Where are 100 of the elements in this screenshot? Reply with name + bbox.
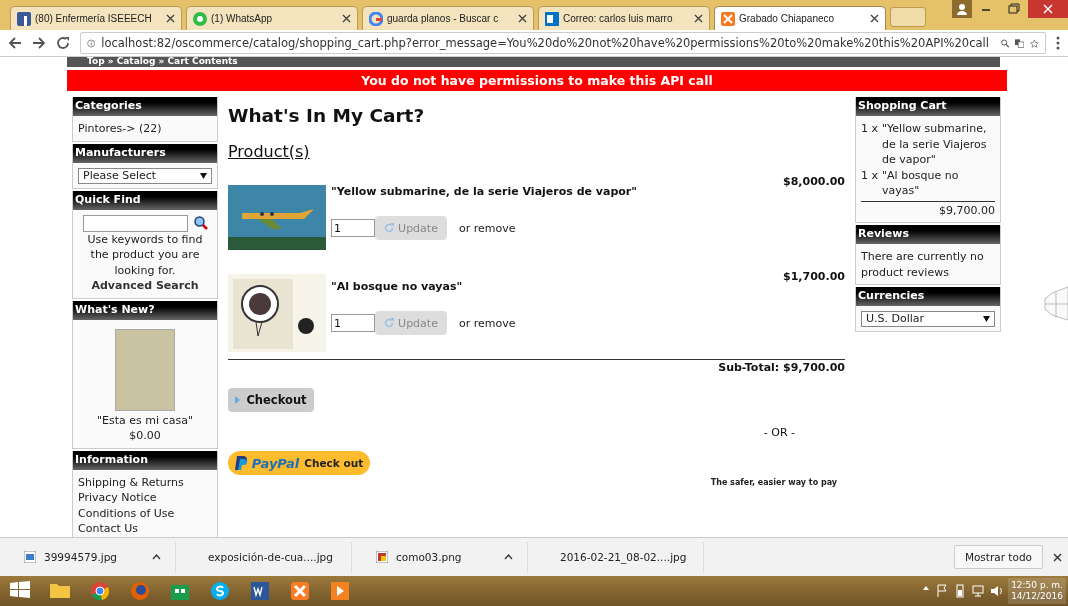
box-heading: Information xyxy=(73,450,217,470)
sidebar-link[interactable]: Contact Us xyxy=(78,521,212,537)
favicon-icon xyxy=(369,11,383,26)
show-all-button[interactable]: Mostrar todo xyxy=(953,545,1043,569)
network-icon[interactable] xyxy=(972,584,985,598)
favicon-icon xyxy=(721,11,735,26)
close-icon[interactable] xyxy=(342,14,351,23)
download-item[interactable]: 39994579.jpg xyxy=(0,542,176,572)
product-name[interactable]: "Al bosque no vayas" xyxy=(331,280,463,293)
box-heading: Categories xyxy=(73,97,217,116)
breadcrumb-bar: Top » Catalog » Cart Contents xyxy=(67,57,1000,67)
remove-link[interactable]: or remove xyxy=(459,316,516,330)
sidebar-link[interactable]: Pintores-> (22) xyxy=(78,121,212,137)
page-title: What's In My Cart? xyxy=(228,105,425,126)
search-field[interactable] xyxy=(82,214,188,232)
close-icon[interactable] xyxy=(518,14,527,23)
advanced-search-link[interactable]: Advanced Search xyxy=(78,278,212,294)
close-icon[interactable] xyxy=(1028,0,1068,18)
browser-tab[interactable]: (1) WhatsApp xyxy=(186,6,358,30)
product-name[interactable]: "Yellow submarine, de la serie Viajeros de vapor" xyxy=(331,185,637,198)
dropdown[interactable]: Please Select xyxy=(78,167,212,184)
remove-link[interactable]: or remove xyxy=(459,221,516,235)
product-price: $0.00 xyxy=(128,428,162,444)
box-heading: Shopping Cart xyxy=(856,97,1000,116)
artwork-thumbnail[interactable] xyxy=(228,185,326,250)
product-name[interactable]: "Esta es mi casa" xyxy=(78,412,212,428)
close-icon[interactable] xyxy=(870,14,879,23)
section-heading: Product(s) xyxy=(228,142,311,161)
address-bar[interactable]: localhost:82/oscommerce/catalog/shopping_cart.php?error_message=You%20do%20not%20have%20permissions%20to%20make%20this%20API%20call xyxy=(80,32,1046,54)
product-thumbnail[interactable] xyxy=(115,328,175,411)
sidebar-link[interactable]: Privacy Notice xyxy=(78,490,212,506)
box-heading: What's New? xyxy=(73,300,217,320)
browser-tab[interactable]: guarda planos - Buscar c xyxy=(362,6,534,30)
url-text: localhost:82/oscommerce/catalog/shopping_cart.php?error_message=You%20do%20not%20have%20permissions%20to%20make%20this%20API%20call xyxy=(101,36,989,50)
favicon-icon xyxy=(193,11,207,26)
translate-icon[interactable] xyxy=(1015,36,1025,50)
battery-icon[interactable] xyxy=(954,584,967,598)
cart-total: $9,700.00 xyxy=(861,200,995,218)
download-item[interactable]: como03.png xyxy=(352,542,528,572)
artwork-thumbnail[interactable] xyxy=(228,274,326,352)
search-hint: Use keywords to find the product you are looking for. xyxy=(86,231,204,278)
cart-item-name[interactable]: "Yellow submarine, de la serie Viajeros de vapor" xyxy=(882,121,995,168)
reload-icon[interactable] xyxy=(56,36,70,50)
favicon-icon xyxy=(17,11,31,26)
xampp-icon[interactable] xyxy=(290,581,310,601)
dropdown-arrow-icon xyxy=(200,172,207,179)
file-icon xyxy=(24,551,36,563)
word-icon[interactable] xyxy=(250,581,270,601)
clock-date: 14/12/2016 xyxy=(1011,591,1063,602)
product-price: $1,700.00 xyxy=(783,270,845,283)
start-icon[interactable] xyxy=(10,581,30,601)
dropdown[interactable]: U.S. Dollar xyxy=(861,311,995,327)
clock[interactable]: 12:50 p. m. 14/12/2016 xyxy=(1008,578,1066,604)
box-heading: Currencies xyxy=(856,287,1000,306)
caret-icon[interactable] xyxy=(152,554,161,560)
folder-icon[interactable] xyxy=(50,581,70,601)
cart-quantity: 1 x xyxy=(861,167,878,184)
browser-tab[interactable]: Correo: carlos luis marro xyxy=(538,6,710,30)
close-icon[interactable] xyxy=(694,14,703,23)
paypal-logo-icon xyxy=(234,456,247,470)
cart-item-name[interactable]: "Al bosque no vayas" xyxy=(882,167,995,199)
caret-icon[interactable] xyxy=(504,554,513,560)
skype-icon[interactable] xyxy=(210,581,230,601)
paypal-tagline: The safer, easier way to pay xyxy=(710,478,837,487)
flag-icon[interactable] xyxy=(936,584,949,598)
menu-icon[interactable] xyxy=(1056,36,1060,50)
checkout-button[interactable]: Checkout xyxy=(228,388,314,412)
info-icon xyxy=(87,36,96,50)
search-icon[interactable] xyxy=(193,216,208,230)
browser-tab[interactable]: Grabado Chiapaneco xyxy=(714,6,886,30)
cart-quantity: 1 x xyxy=(861,121,878,137)
download-item[interactable]: exposición-de-cua....jpg xyxy=(176,542,352,572)
box-heading: Reviews xyxy=(856,225,1000,244)
sidebar-link[interactable]: Shipping & Returns xyxy=(78,474,212,490)
or-separator: - OR - xyxy=(762,426,795,439)
chrome-icon[interactable] xyxy=(90,581,110,601)
download-item[interactable]: 2016-02-21_08-02....jpg xyxy=(528,542,704,572)
user-icon[interactable] xyxy=(952,0,972,18)
forward-icon[interactable] xyxy=(32,36,46,50)
browser-tab[interactable]: (80) Enfermería ISEEECH xyxy=(10,6,182,30)
subtotal: Sub-Total: $9,700.00 xyxy=(718,361,845,374)
close-icon[interactable] xyxy=(1053,552,1062,562)
media-player-icon[interactable] xyxy=(330,581,350,601)
quantity-field[interactable]: 1 xyxy=(331,219,375,237)
sidebar-link[interactable]: Conditions of Use xyxy=(78,505,212,521)
back-icon[interactable] xyxy=(8,36,22,50)
speaker-icon[interactable] xyxy=(990,584,1003,598)
clock-time: 12:50 p. m. xyxy=(1011,580,1063,591)
quantity-field[interactable]: 1 xyxy=(331,314,375,332)
close-icon[interactable] xyxy=(166,14,175,23)
paypal-checkout-button[interactable]: PayPal Check out xyxy=(228,451,370,475)
refresh-icon xyxy=(384,223,395,233)
file-icon xyxy=(376,551,388,563)
box-heading: Manufacturers xyxy=(73,143,217,163)
product-price: $8,000.00 xyxy=(783,175,845,188)
reviews-text: There are currently no product reviews xyxy=(861,249,985,280)
error-banner: You do not have permissions to make this API call xyxy=(67,70,1007,91)
dropdown-arrow-icon xyxy=(983,316,990,322)
box-heading: Quick Find xyxy=(73,190,217,210)
zoom-icon[interactable] xyxy=(1000,36,1010,50)
